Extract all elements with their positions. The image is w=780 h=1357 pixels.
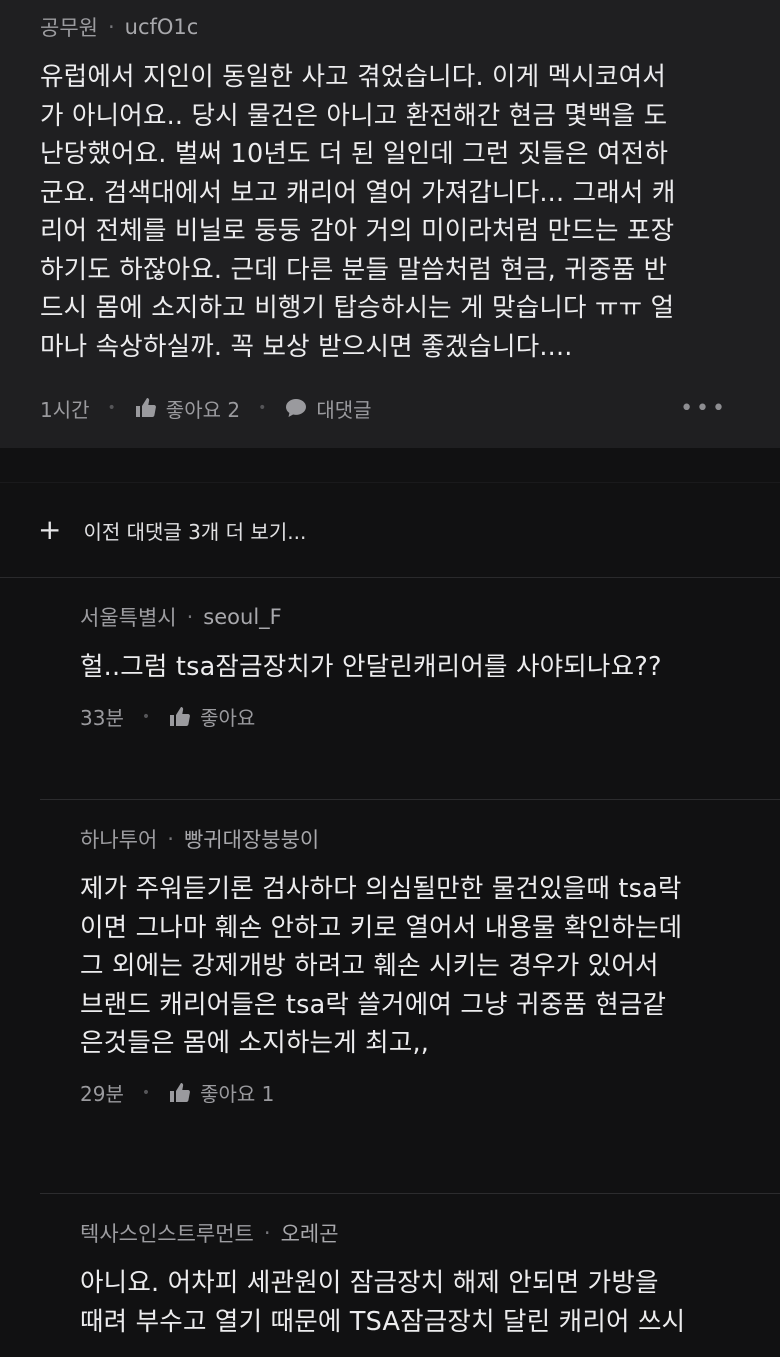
author-company[interactable]: 하나투어 [80, 824, 157, 854]
like-label: 좋아요 [200, 706, 256, 730]
author-company[interactable]: 텍사스인스트루먼트 [80, 1218, 254, 1248]
reply-meta: 29분 • 좋아요 1 [80, 1063, 780, 1135]
like-button[interactable]: 좋아요 2 [134, 394, 240, 423]
comment-author-line: 공무원 · ucfO1c [0, 10, 780, 44]
meta-separator: • [141, 708, 151, 725]
reply-body: 아니요. 어차피 세관원이 잠금장치 해제 안되면 가방을 때려 부수고 열기 … [80, 1268, 686, 1337]
author-separator: · [167, 827, 174, 851]
like-button[interactable]: 좋아요 [168, 702, 255, 731]
author-separator: · [107, 15, 115, 39]
reply-item: 텍사스인스트루먼트 · 오레곤 아니요. 어차피 세관원이 잠금장치 해제 안되… [40, 1194, 780, 1357]
reply-time: 29분 [80, 1082, 124, 1106]
reply-item: 하나투어 · 빵귀대장붕붕이 제가 주워듣기론 검사하다 의심될만한 물건있을때… [40, 800, 780, 1194]
reply-meta: 33분 • 좋아요 [80, 687, 780, 759]
comment-meta: 1시간 • 좋아요 2 • 대댓글 ••• [0, 388, 780, 428]
author-separator: · [186, 605, 194, 629]
reply-time: 33분 [80, 706, 124, 730]
load-more-label: 이전 대댓글 3개 더 보기... [83, 519, 307, 544]
reply-label: 대댓글 [316, 397, 372, 422]
author-separator: · [263, 1221, 271, 1245]
author-nickname[interactable]: seoul_F [203, 605, 281, 629]
load-more-replies-button[interactable]: + 이전 대댓글 3개 더 보기... [0, 482, 780, 578]
comment-time: 1시간 [40, 397, 90, 422]
author-company[interactable]: 서울특별시 [80, 602, 177, 632]
author-nickname[interactable]: ucfO1c [125, 15, 199, 39]
thumbs-up-icon [168, 1081, 192, 1105]
thumbs-up-icon [134, 396, 158, 420]
like-label: 좋아요 1 [200, 1082, 275, 1106]
thumbs-up-icon [168, 705, 192, 729]
like-label: 좋아요 2 [165, 397, 241, 422]
author-nickname[interactable]: 오레곤 [281, 1218, 339, 1248]
section-gap [0, 448, 780, 482]
author-company[interactable]: 공무원 [40, 12, 98, 42]
author-nickname[interactable]: 빵귀대장붕붕이 [184, 824, 319, 854]
plus-icon: + [38, 513, 62, 546]
comment-thread: 공무원 · ucfO1c 유럽에서 지인이 동일한 사고 겪었습니다. 이게 멕… [0, 0, 780, 1357]
more-dots-icon[interactable]: ••• [680, 396, 728, 421]
reply-author-line: 텍사스인스트루먼트 · 오레곤 [80, 1216, 780, 1250]
meta-separator: • [107, 400, 116, 416]
meta-separator: • [258, 400, 267, 416]
reply-button[interactable]: 대댓글 [284, 394, 372, 423]
reply-body: 제가 주워듣기론 검사하다 의심될만한 물건있을때 tsa락 이면 그나마 훼손… [80, 874, 683, 1058]
reply-author-line: 서울특별시 · seoul_F [80, 600, 780, 634]
speech-bubble-icon [284, 396, 308, 420]
reply-item: 서울특별시 · seoul_F 헐..그럼 tsa잠금장치가 안달린캐리어를 사… [40, 578, 780, 800]
comment-body: 유럽에서 지인이 동일한 사고 겪었습니다. 이게 멕시코여서 가 아니어요..… [40, 62, 676, 362]
reply-author-line: 하나투어 · 빵귀대장붕붕이 [80, 822, 780, 856]
top-comment: 공무원 · ucfO1c 유럽에서 지인이 동일한 사고 겪었습니다. 이게 멕… [0, 0, 780, 448]
meta-separator: • [141, 1084, 151, 1101]
like-button[interactable]: 좋아요 1 [168, 1078, 274, 1107]
reply-body: 헐..그럼 tsa잠금장치가 안달린캐리어를 사야되나요?? [80, 652, 662, 682]
